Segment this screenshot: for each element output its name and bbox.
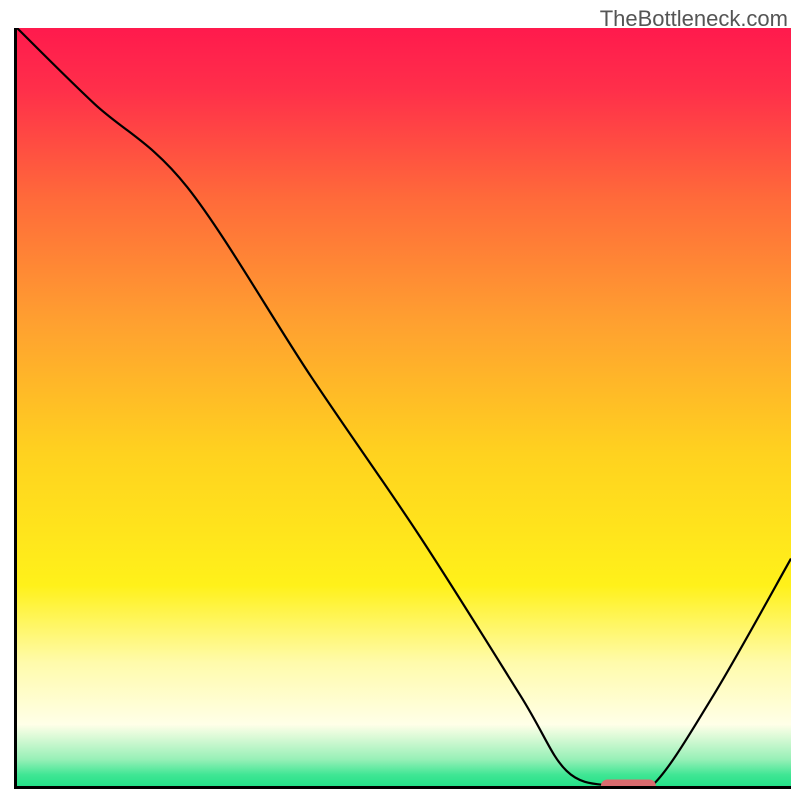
chart-curve [17, 28, 791, 786]
watermark-text: TheBottleneck.com [600, 6, 788, 32]
chart-plot-area [14, 28, 791, 789]
bottleneck-range-marker [601, 780, 655, 790]
